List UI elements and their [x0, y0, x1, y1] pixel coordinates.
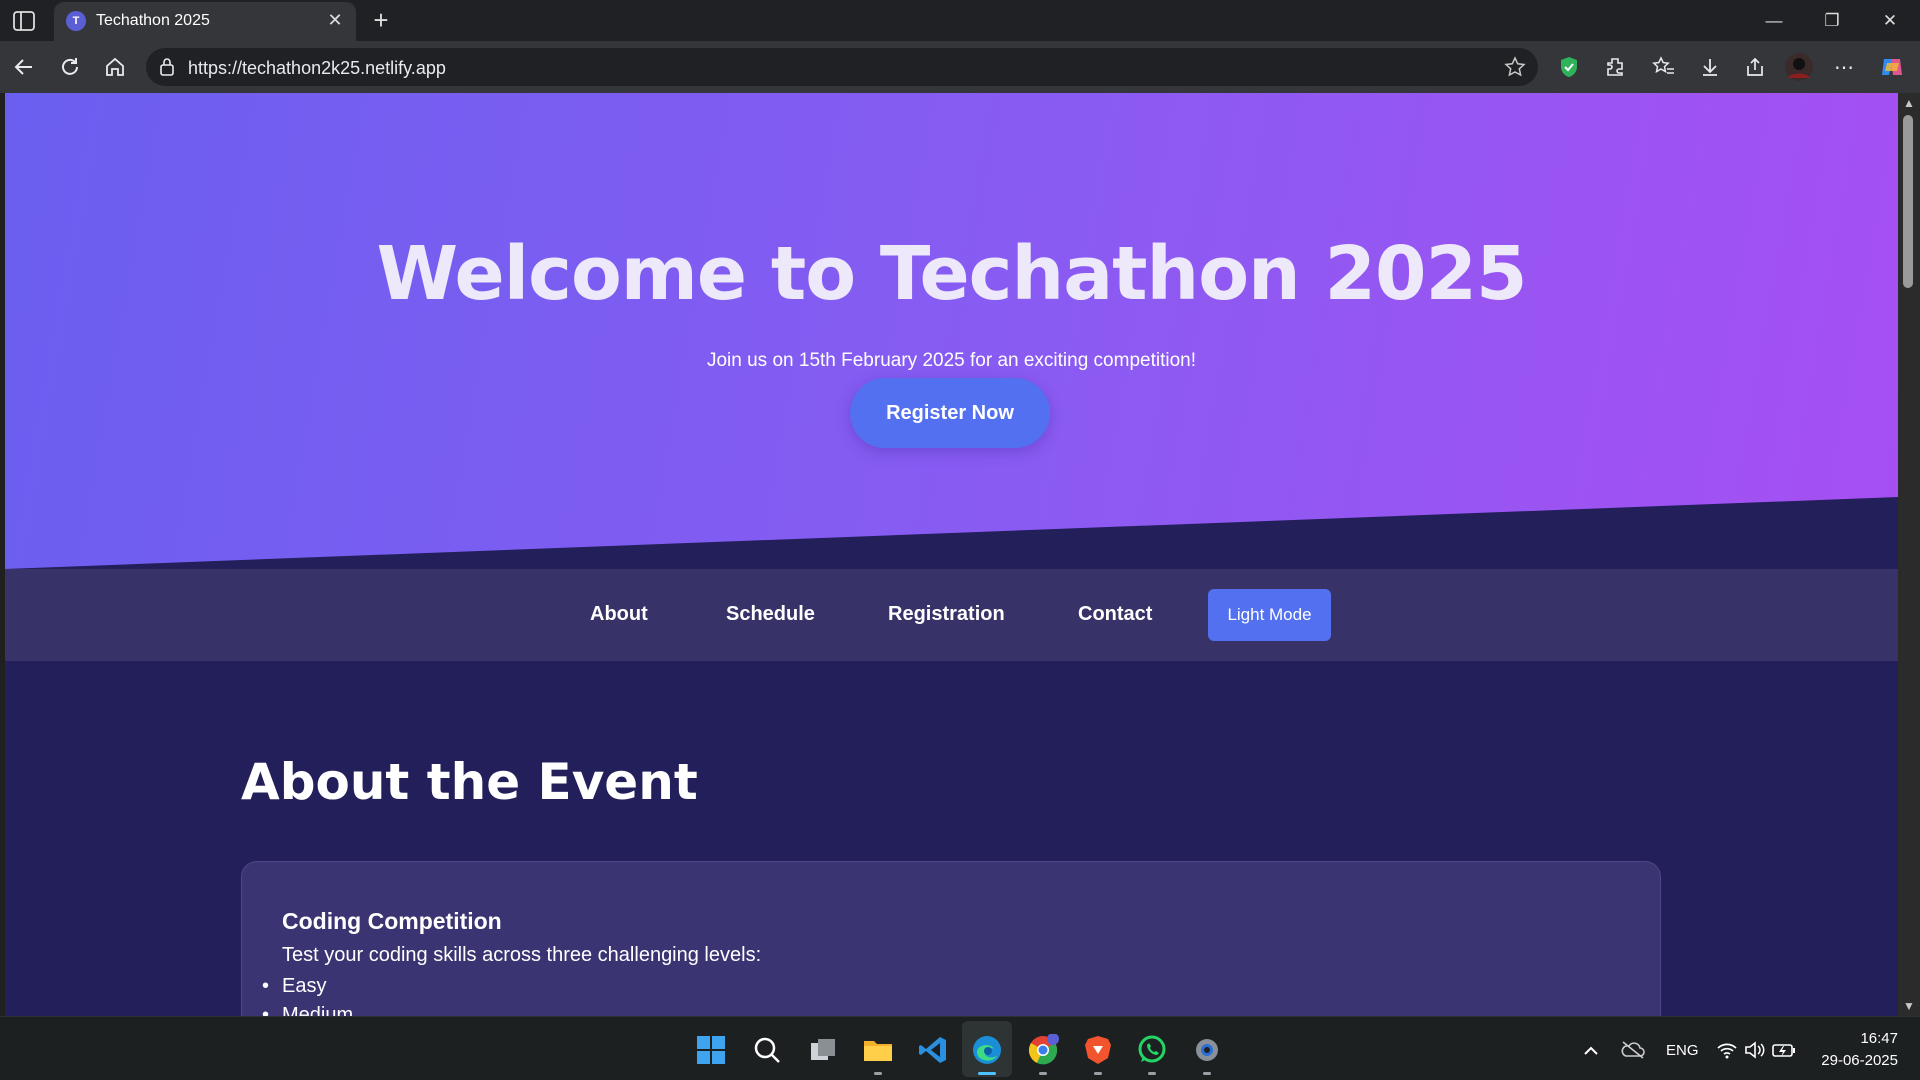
back-icon[interactable] — [8, 51, 40, 83]
chevron-up-icon[interactable] — [1576, 1033, 1606, 1067]
running-indicator — [1203, 1072, 1211, 1075]
running-indicator — [1094, 1072, 1102, 1075]
hero-title: Welcome to Techathon 2025 — [376, 231, 1528, 317]
lock-icon[interactable] — [158, 57, 176, 82]
tab-favicon-icon: T — [66, 11, 86, 31]
more-options-icon[interactable]: ⋯ — [1828, 51, 1860, 83]
browser-toolbar: https://techathon2k25.netlify.app ⋯ — [0, 41, 1920, 93]
nav-link-about[interactable]: About — [590, 603, 648, 626]
chrome-icon[interactable] — [1026, 1033, 1060, 1067]
close-window-icon[interactable]: ✕ — [1870, 8, 1910, 34]
reload-icon[interactable] — [54, 51, 86, 83]
settings-gear-icon[interactable] — [1190, 1033, 1224, 1067]
start-windows-icon[interactable] — [694, 1033, 728, 1067]
tab-title: Techathon 2025 — [96, 12, 210, 29]
copilot-icon[interactable] — [1876, 51, 1908, 83]
about-section-title: About the Event — [241, 753, 698, 811]
running-indicator — [874, 1072, 882, 1075]
list-item: Easy — [262, 975, 353, 1004]
page-viewport: Welcome to Techathon 2025 Join us on 15t… — [5, 93, 1898, 1016]
profile-avatar[interactable] — [1783, 51, 1815, 83]
url-text[interactable]: https://techathon2k25.netlify.app — [188, 58, 446, 79]
hero-subtitle: Join us on 15th February 2025 for an exc… — [706, 350, 1196, 371]
battery-charging-icon[interactable] — [1770, 1033, 1798, 1067]
hero-section — [5, 93, 1898, 569]
favorite-star-icon[interactable] — [1504, 56, 1526, 83]
clock-time[interactable]: 16:47 — [1838, 1030, 1898, 1047]
light-mode-toggle-button[interactable]: Light Mode — [1208, 589, 1331, 641]
scroll-down-icon[interactable]: ▼ — [1901, 998, 1917, 1014]
main-nav: About Schedule Registration Contact Ligh… — [5, 569, 1898, 661]
event-card: Coding Competition Test your coding skil… — [241, 861, 1661, 1016]
running-indicator — [1039, 1072, 1047, 1075]
home-icon[interactable] — [99, 51, 131, 83]
nav-link-registration[interactable]: Registration — [888, 603, 1005, 626]
edge-browser-icon[interactable] — [970, 1033, 1004, 1067]
nav-link-schedule[interactable]: Schedule — [726, 603, 815, 626]
cloud-offline-icon[interactable] — [1618, 1033, 1648, 1067]
search-icon[interactable] — [750, 1033, 784, 1067]
new-tab-icon[interactable]: + — [366, 6, 396, 36]
register-now-button[interactable]: Register Now — [850, 378, 1050, 448]
volume-icon[interactable] — [1741, 1033, 1769, 1067]
page-scrollbar[interactable]: ▲ ▼ — [1898, 93, 1920, 1016]
list-item: Medium — [262, 1004, 353, 1016]
restore-icon[interactable]: ❐ — [1812, 8, 1852, 34]
taskbar: ENG 16:47 29-06-2025 — [0, 1016, 1920, 1080]
brave-icon[interactable] — [1081, 1033, 1115, 1067]
sidebar-toggle-icon[interactable] — [12, 10, 36, 32]
extensions-icon[interactable] — [1599, 51, 1631, 83]
language-indicator[interactable]: ENG — [1666, 1042, 1699, 1059]
address-bar[interactable]: https://techathon2k25.netlify.app — [146, 48, 1538, 86]
whatsapp-icon[interactable] — [1135, 1033, 1169, 1067]
wifi-icon[interactable] — [1713, 1033, 1741, 1067]
file-explorer-icon[interactable] — [861, 1033, 895, 1067]
level-list: Easy Medium — [262, 975, 353, 1016]
clock-date[interactable]: 29-06-2025 — [1808, 1052, 1898, 1069]
running-indicator — [1148, 1072, 1156, 1075]
minimize-icon[interactable]: — — [1754, 8, 1794, 34]
active-indicator — [978, 1072, 996, 1075]
nav-link-contact[interactable]: Contact — [1078, 603, 1152, 626]
browser-tab[interactable]: T Techathon 2025 ✕ — [54, 2, 356, 41]
card-title: Coding Competition — [282, 908, 502, 934]
tab-close-icon[interactable]: ✕ — [324, 9, 346, 31]
scroll-up-icon[interactable]: ▲ — [1901, 95, 1917, 111]
scrollbar-thumb[interactable] — [1903, 115, 1913, 288]
tab-strip: T Techathon 2025 ✕ + — ❐ ✕ — [0, 0, 1920, 41]
task-view-icon[interactable] — [806, 1033, 840, 1067]
vscode-icon[interactable] — [916, 1033, 950, 1067]
download-icon[interactable] — [1694, 51, 1726, 83]
share-icon[interactable] — [1739, 51, 1771, 83]
shield-extension-icon[interactable] — [1553, 51, 1585, 83]
card-description: Test your coding skills across three cha… — [282, 944, 762, 966]
favorites-icon[interactable] — [1648, 51, 1680, 83]
